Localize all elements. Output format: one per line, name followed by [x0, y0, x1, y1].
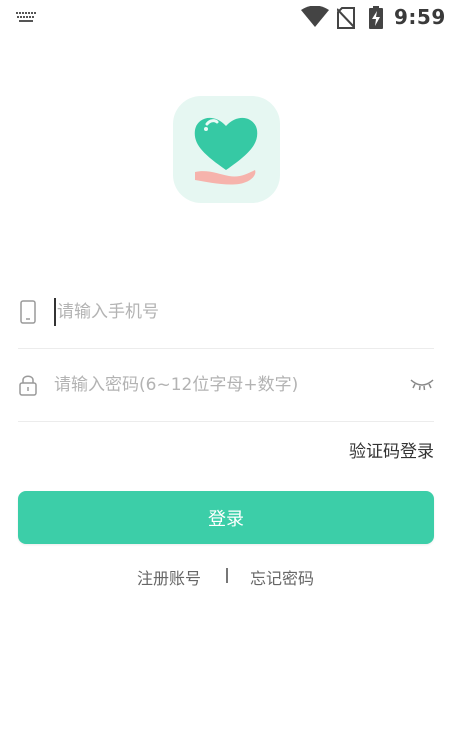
phone-row — [18, 275, 434, 349]
battery-charging-icon — [369, 6, 383, 29]
status-bar: 9:59 — [0, 0, 450, 36]
heart-hand-logo-icon — [194, 117, 258, 185]
wifi-icon — [301, 6, 329, 27]
register-link[interactable]: 注册账号 — [137, 565, 201, 589]
phone-input[interactable] — [57, 292, 397, 332]
eye-closed-icon[interactable] — [410, 376, 434, 392]
status-time: 9:59 — [394, 5, 446, 29]
phone-icon — [20, 300, 36, 324]
keyboard-icon — [16, 12, 36, 22]
forgot-password-link[interactable]: 忘记密码 — [250, 565, 314, 589]
text-cursor — [54, 298, 56, 326]
password-row — [18, 348, 434, 422]
sms-code-login-link[interactable]: 验证码登录 — [349, 437, 434, 462]
link-separator — [226, 568, 228, 583]
no-sim-icon — [337, 7, 355, 29]
password-input[interactable] — [54, 365, 394, 405]
footer-links: 注册账号 忘记密码 — [0, 565, 450, 589]
lock-icon — [19, 375, 37, 396]
app-logo — [173, 96, 280, 203]
login-button[interactable]: 登录 — [18, 491, 434, 544]
